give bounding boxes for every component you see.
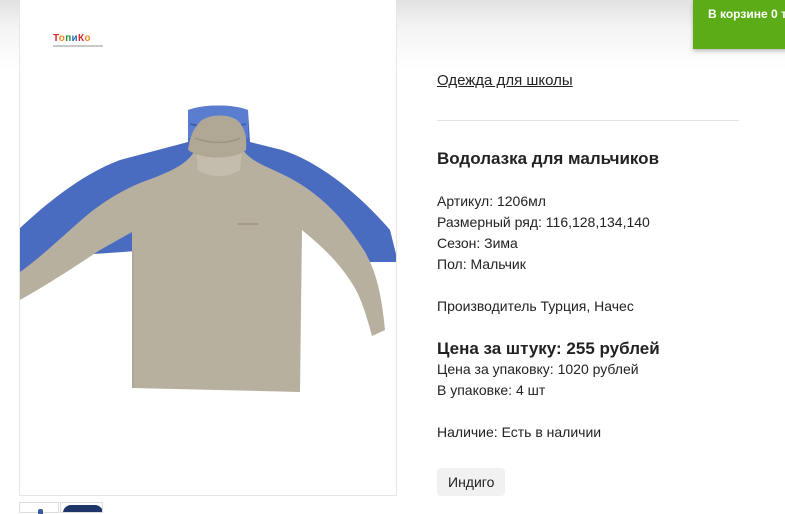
thumbnail-1[interactable] bbox=[19, 502, 59, 514]
product-image[interactable]: ТопиКо bbox=[19, 0, 397, 496]
price-per-pack: Цена за упаковку: 1020 рублей bbox=[437, 361, 639, 377]
spec-season: Сезон: Зима bbox=[437, 235, 518, 251]
thumbnail-strip bbox=[19, 502, 104, 514]
divider bbox=[437, 120, 739, 121]
manufacturer-text: Производитель Турция, Начес bbox=[437, 298, 634, 314]
pack-quantity: В упаковке: 4 шт bbox=[437, 382, 546, 398]
beige-turtleneck bbox=[20, 115, 385, 392]
spec-gender: Пол: Мальчик bbox=[437, 256, 526, 272]
color-option-chip[interactable]: Индиго bbox=[437, 468, 506, 496]
cart-label: В корзине 0 т bbox=[708, 7, 785, 21]
thumbnail-2[interactable] bbox=[60, 502, 103, 513]
turtleneck-illustration bbox=[20, 105, 396, 392]
price-per-piece: Цена за штуку: 255 рублей bbox=[437, 339, 660, 358]
cart-button[interactable]: В корзине 0 т bbox=[693, 0, 785, 49]
product-title: Водолазка для мальчиков bbox=[437, 149, 660, 168]
spec-article: Артикул: 1206мл bbox=[437, 193, 546, 209]
availability-status: Наличие: Есть в наличии bbox=[437, 424, 602, 440]
breadcrumb-link[interactable]: Одежда для школы bbox=[437, 72, 573, 89]
spec-size-range: Размерный ряд: 116,128,134,140 bbox=[437, 214, 650, 230]
